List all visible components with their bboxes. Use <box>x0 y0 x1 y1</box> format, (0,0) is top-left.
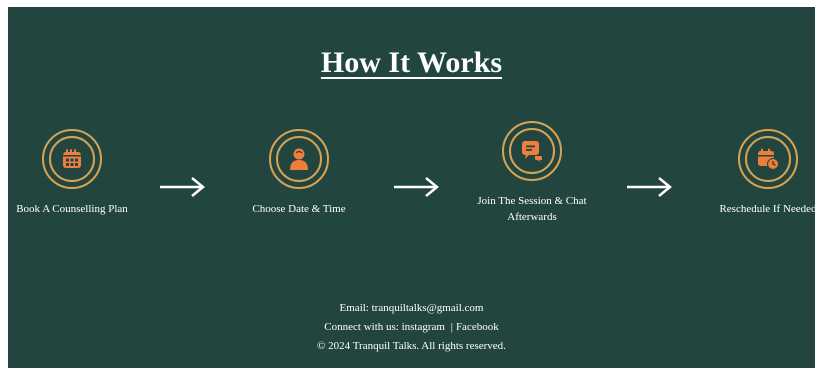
step-icon-ring <box>502 121 562 181</box>
footer: Email: tranquiltalks@gmail.com Connect w… <box>8 299 815 356</box>
facebook-link[interactable]: Facebook <box>456 321 499 333</box>
step-label: Reschedule If Needed <box>719 203 815 215</box>
arrow-right-icon <box>627 177 672 197</box>
step-label: Join The Session & Chat Afterwards <box>477 195 587 223</box>
chat-bubble-icon <box>522 141 542 162</box>
step-book-plan: Book A Counselling Plan <box>0 129 152 217</box>
arrow-right-icon <box>160 177 205 197</box>
step-icon-ring <box>269 129 329 189</box>
calendar-icon <box>63 149 81 168</box>
footer-copyright: © 2024 Tranquil Talks. All rights reserv… <box>317 340 506 352</box>
step-icon-ring <box>42 129 102 189</box>
calendar-clock-icon <box>758 148 779 170</box>
step-icon-ring <box>738 129 798 189</box>
footer-social: Connect with us: instagram | Facebook <box>8 318 815 337</box>
step-reschedule: Reschedule If Needed <box>688 129 815 217</box>
footer-connect-label: Connect with us: <box>324 321 399 333</box>
step-label: Book A Counselling Plan <box>16 203 128 215</box>
arrow-right-icon <box>394 177 439 197</box>
section-title: How It Works <box>320 46 503 79</box>
step-join-session: Join The Session & Chat Afterwards <box>452 121 612 225</box>
person-icon <box>290 148 308 170</box>
footer-separator: | <box>450 321 453 333</box>
step-choose-date: Choose Date & Time <box>219 129 379 217</box>
how-it-works-section: How It Works Book A Counselling Plan Cho… <box>8 7 815 368</box>
footer-email: Email: tranquiltalks@gmail.com <box>339 302 484 314</box>
step-label: Choose Date & Time <box>252 203 346 215</box>
instagram-link[interactable]: instagram <box>402 321 445 333</box>
